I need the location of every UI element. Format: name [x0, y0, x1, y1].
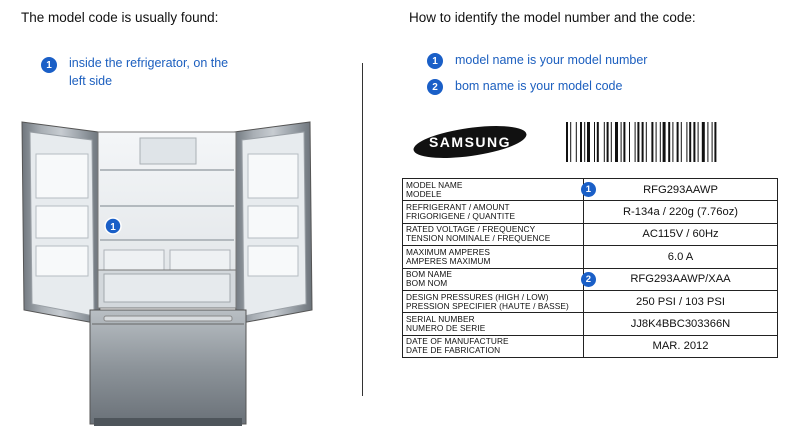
- label-row-value: JJ8K4BBC303366N: [583, 312, 778, 336]
- step1-right-text: model name is your model number: [455, 53, 648, 67]
- label-row-value: RFG293AAWP: [583, 177, 778, 202]
- label-row-name-fr: NUMERO DE SERIE: [406, 323, 486, 334]
- barcode-bar: [693, 122, 696, 162]
- label-row-name: BOM NAME BOM NOM 2: [402, 267, 596, 291]
- label-row-name: DESIGN PRESSURES (HIGH / LOW) PRESSION SP…: [402, 289, 584, 314]
- barcode-bar: [570, 122, 572, 162]
- barcode-bar: [659, 122, 661, 162]
- label-row: DATE OF MANUFACTURE DATE DE FABRICATION MA…: [402, 334, 778, 359]
- barcode-bar: [606, 122, 609, 162]
- label-row: DESIGN PRESSURES (HIGH / LOW) PRESSION SP…: [402, 289, 778, 314]
- label-row-name-fr: BOM NOM: [406, 278, 448, 289]
- label-row-value: 6.0 A: [583, 245, 778, 269]
- label-row-name: SERIAL NUMBER NUMERO DE SERIE: [402, 312, 584, 336]
- barcode-image: [566, 122, 717, 162]
- label-row-name-fr: PRESSION SPECIFIER (HAUTE / BASSE): [406, 300, 569, 311]
- barcode-bar: [689, 122, 692, 162]
- label-row-name: REFRIGERANT / AMOUNT FRIGORIGENE / QUANTI…: [402, 200, 584, 224]
- barcode-bar: [662, 122, 666, 162]
- label-row-value: MAR. 2012: [583, 334, 778, 359]
- rating-label-table: MODEL NAME MODELE 1 RFG293AAWP REFRIGERANT /…: [402, 177, 778, 359]
- label-row-name-fr: MODELE: [406, 188, 442, 199]
- barcode-bar: [686, 122, 688, 162]
- barcode-bar: [676, 122, 679, 162]
- label-row-value: 250 PSI / 103 PSI: [583, 289, 778, 314]
- step2-right-badge: 2: [427, 79, 443, 95]
- step1-text-line2: left side: [69, 74, 113, 88]
- barcode-bar: [634, 122, 636, 162]
- label-row: MODEL NAME MODELE 1 RFG293AAWP: [402, 177, 778, 202]
- barcode-bar: [623, 122, 626, 162]
- label-row: SERIAL NUMBER NUMERO DE SERIE JJ8K4BBC3033…: [402, 312, 778, 336]
- barcode-bar: [566, 122, 568, 162]
- barcode-bar: [697, 122, 699, 162]
- barcode-bar: [655, 122, 657, 162]
- barcode-bar: [575, 122, 577, 162]
- step1-text-line1: inside the refrigerator, on the: [69, 56, 229, 70]
- label-row: REFRIGERANT / AMOUNT FRIGORIGENE / QUANTI…: [402, 200, 778, 224]
- barcode-bar: [587, 122, 590, 162]
- label-row-name-fr: DATE DE FABRICATION: [406, 345, 501, 356]
- barcode-bar: [668, 122, 671, 162]
- label-row-name: RATED VOLTAGE / FREQUENCY TENSION NOMINAL…: [402, 222, 584, 247]
- barcode-bar: [584, 122, 586, 162]
- label-row-value: AC115V / 60Hz: [583, 222, 778, 247]
- barcode-bar: [610, 122, 612, 162]
- samsung-logo-text: SAMSUNG: [429, 134, 511, 150]
- barcode-bar: [680, 122, 682, 162]
- label-row: MAXIMUM AMPERES AMPERES MAXIMUM 6.0 A: [402, 245, 778, 269]
- barcode-bar: [707, 122, 709, 162]
- barcode-bar: [637, 122, 640, 162]
- label-row-name: DATE OF MANUFACTURE DATE DE FABRICATION: [402, 334, 584, 359]
- barcode-bar: [641, 122, 644, 162]
- left-heading: The model code is usually found:: [21, 10, 219, 25]
- label-row-value: R-134a / 220g (7.76oz): [583, 200, 778, 224]
- label-row: BOM NAME BOM NOM 2 RFG293AAWP/XAA: [402, 267, 778, 291]
- barcode-bar: [620, 122, 622, 162]
- refrigerator-image: 1: [21, 121, 313, 426]
- barcode-bar: [580, 122, 582, 162]
- step1-badge: 1: [41, 57, 57, 73]
- label-row-badge: 1: [581, 182, 596, 197]
- samsung-logo: SAMSUNG: [413, 126, 527, 158]
- label-row-name-fr: FRIGORIGENE / QUANTITE: [406, 211, 516, 222]
- right-heading: How to identify the model number and the…: [409, 10, 696, 25]
- step1-right-badge: 1: [427, 53, 443, 69]
- barcode-bar: [651, 122, 654, 162]
- label-row: RATED VOLTAGE / FREQUENCY TENSION NOMINAL…: [402, 222, 778, 247]
- barcode-bar: [629, 122, 630, 162]
- column-divider: [362, 63, 363, 396]
- barcode-bar: [672, 122, 674, 162]
- step2-right-text: bom name is your model code: [455, 79, 623, 93]
- barcode-bar: [714, 122, 717, 162]
- barcode-bar: [596, 122, 599, 162]
- barcode-bar: [701, 122, 705, 162]
- barcode-bar: [711, 122, 713, 162]
- barcode-bar: [615, 122, 618, 162]
- label-row-badge: 2: [581, 271, 596, 287]
- label-row-name-fr: AMPERES MAXIMUM: [406, 255, 491, 266]
- barcode-bar: [603, 122, 605, 162]
- fridge-marker-number: 1: [110, 222, 116, 233]
- label-row-name-fr: TENSION NOMINALE / FREQUENCE: [406, 233, 551, 244]
- label-row-name: MODEL NAME MODELE 1: [402, 177, 596, 202]
- barcode-bar: [645, 122, 647, 162]
- step1-text: inside the refrigerator, on the left sid…: [69, 54, 228, 90]
- label-row-value: RFG293AAWP/XAA: [583, 267, 778, 291]
- barcode-bar: [594, 122, 595, 162]
- label-row-name: MAXIMUM AMPERES AMPERES MAXIMUM: [402, 245, 584, 269]
